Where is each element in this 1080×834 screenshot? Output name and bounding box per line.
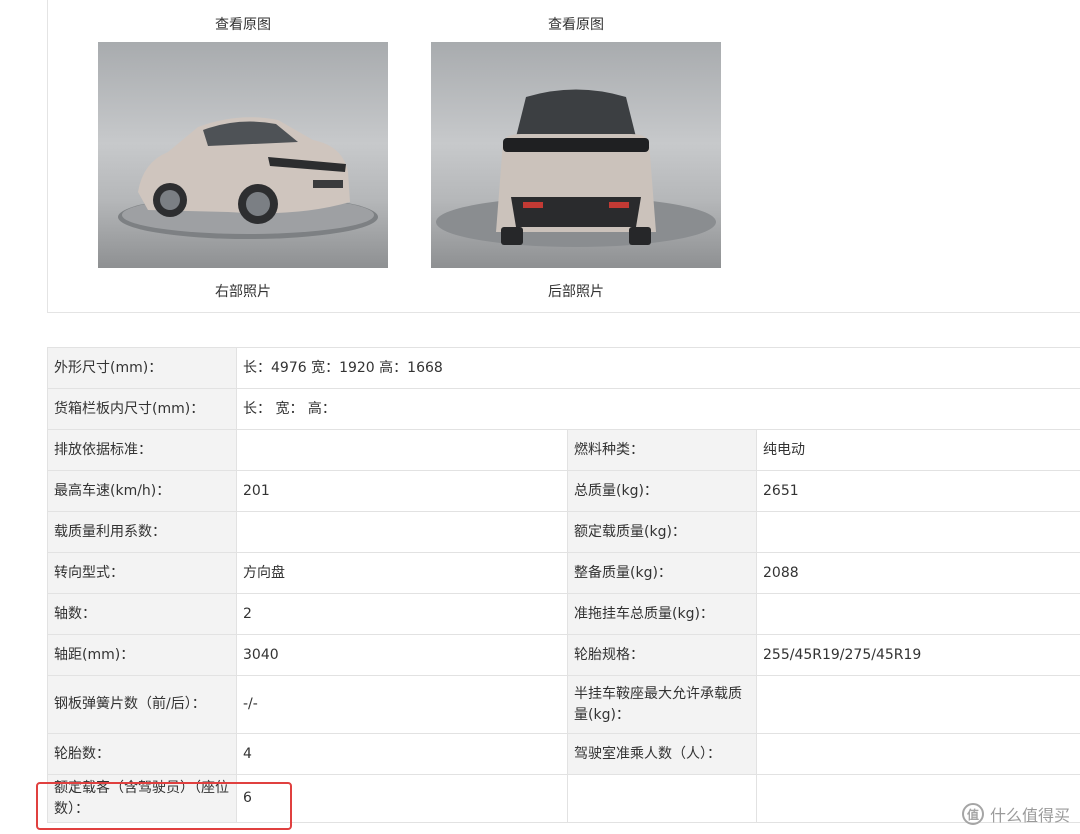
spec-value xyxy=(755,675,1080,734)
photo-caption: 后部照片 xyxy=(548,284,604,300)
spec-row: 载质量利用系数： 额定载质量(kg)： xyxy=(47,511,1080,553)
spec-row: 货箱栏板内尺寸(mm)： 长： 宽： 高： xyxy=(47,388,1080,430)
spec-row: 轴距(mm)： 3040 轮胎规格： 255/45R19/275/45R19 xyxy=(47,634,1080,676)
spec-label: 燃料种类： xyxy=(567,429,757,471)
spec-value: 201 xyxy=(236,470,568,512)
spec-row: 轮胎数： 4 驾驶室准乘人数（人）： xyxy=(47,733,1080,775)
spec-label: 载质量利用系数： xyxy=(47,511,237,553)
spec-label: 半挂车鞍座最大允许承载质量(kg)： xyxy=(567,675,757,734)
spec-value: 纯电动 xyxy=(755,429,1080,471)
spec-label: 转向型式： xyxy=(47,552,237,594)
spec-value: 4 xyxy=(236,733,568,775)
spec-label xyxy=(567,774,757,823)
spec-label: 外形尺寸(mm)： xyxy=(47,347,237,389)
spec-value: -/- xyxy=(236,675,568,734)
photo-card-rear: 查看原图 后部照片 xyxy=(431,15,721,302)
spec-row: 排放依据标准： 燃料种类： 纯电动 xyxy=(47,429,1080,471)
spec-value: 长： 宽： 高： xyxy=(235,388,1080,430)
car-side-illustration xyxy=(118,117,378,239)
spec-value xyxy=(755,733,1080,775)
spec-label: 轮胎规格： xyxy=(567,634,757,676)
spec-row: 最高车速(km/h)： 201 总质量(kg)： 2651 xyxy=(47,470,1080,512)
spec-value: 2088 xyxy=(755,552,1080,594)
spec-label: 轮胎数： xyxy=(47,733,237,775)
spec-label: 驾驶室准乘人数（人）： xyxy=(567,733,757,775)
spec-value xyxy=(236,511,568,553)
spec-row: 轴数： 2 准拖挂车总质量(kg)： xyxy=(47,593,1080,635)
spec-value: 3040 xyxy=(236,634,568,676)
spec-label: 钢板弹簧片数（前/后）： xyxy=(47,675,237,734)
spec-row: 转向型式： 方向盘 整备质量(kg)： 2088 xyxy=(47,552,1080,594)
spec-row: 钢板弹簧片数（前/后）： -/- 半挂车鞍座最大允许承载质量(kg)： xyxy=(47,675,1080,734)
spec-value: 255/45R19/275/45R19 xyxy=(755,634,1080,676)
spec-value: 方向盘 xyxy=(236,552,568,594)
spec-value: 长：4976 宽：1920 高：1668 xyxy=(235,347,1080,389)
spec-value: 2 xyxy=(236,593,568,635)
photo-card-right: 查看原图 右部照片 xyxy=(98,15,388,302)
spec-row: 外形尺寸(mm)： 长：4976 宽：1920 高：1668 xyxy=(47,347,1080,389)
car-rear-photo[interactable] xyxy=(431,42,721,268)
spec-value xyxy=(236,429,568,471)
photo-caption: 右部照片 xyxy=(215,284,271,300)
spec-value xyxy=(755,593,1080,635)
photo-panel: 查看原图 右部照片 查看原图 后部照片 xyxy=(47,0,1080,313)
spec-label: 轴距(mm)： xyxy=(47,634,237,676)
spec-label: 准拖挂车总质量(kg)： xyxy=(567,593,757,635)
spec-label: 整备质量(kg)： xyxy=(567,552,757,594)
car-rear-illustration xyxy=(436,89,716,247)
view-original-link[interactable]: 查看原图 xyxy=(431,15,721,35)
vehicle-spec-table: 外形尺寸(mm)： 长：4976 宽：1920 高：1668 货箱栏板内尺寸(m… xyxy=(47,347,1080,823)
car-front-right-photo[interactable] xyxy=(98,42,388,268)
watermark-text: 什么值得买 xyxy=(989,806,1070,825)
spec-value xyxy=(755,511,1080,553)
spec-label: 额定载质量(kg)： xyxy=(567,511,757,553)
spec-label: 货箱栏板内尺寸(mm)： xyxy=(47,388,237,430)
spec-label: 排放依据标准： xyxy=(47,429,237,471)
view-original-link[interactable]: 查看原图 xyxy=(98,15,388,35)
spec-label: 最高车速(km/h)： xyxy=(47,470,237,512)
spec-label: 轴数： xyxy=(47,593,237,635)
spec-value: 2651 xyxy=(755,470,1080,512)
watermark: 值 什么值得买 xyxy=(961,802,1070,826)
highlight-annotation-box xyxy=(36,782,292,830)
spec-label: 总质量(kg)： xyxy=(567,470,757,512)
value-logo-icon: 值 xyxy=(961,803,984,825)
